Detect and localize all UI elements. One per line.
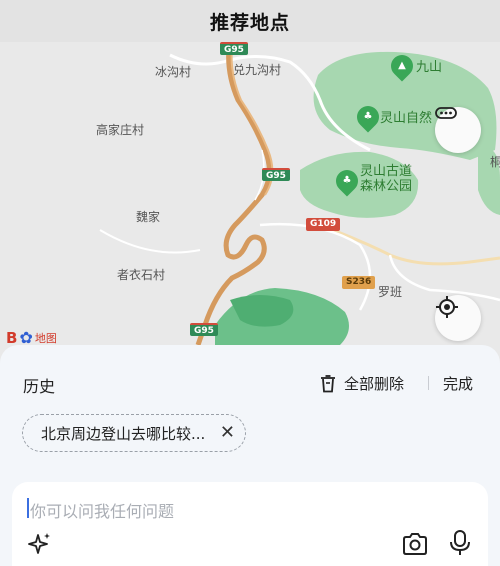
clear-all-button[interactable]: 全部删除 — [320, 373, 404, 394]
close-icon[interactable]: ✕ — [220, 424, 235, 442]
history-chip-text: 北京周边登山去哪比较... — [41, 424, 206, 443]
camera-icon[interactable] — [402, 532, 428, 556]
road-badge: S236 — [342, 276, 376, 289]
road-badge: G95 — [190, 323, 218, 336]
logo-text: 地图 — [34, 331, 57, 345]
place-label: 魏家 — [136, 210, 161, 224]
done-button[interactable]: 完成 — [443, 373, 473, 394]
input-placeholder: 你可以问我任何问题 — [30, 502, 175, 521]
place-label: 罗班 — [378, 285, 403, 299]
clear-all-label: 全部删除 — [344, 375, 405, 393]
top-bar: 推荐地点 — [0, 0, 500, 42]
sparkle-icon[interactable] — [28, 532, 52, 556]
place-label: 者衣石村 — [117, 268, 166, 282]
history-sheet: 历史 全部删除 完成 北京周边登山去哪比较... ✕ 你可以问我任何问题 — [0, 345, 500, 566]
place-label: 高家庄村 — [96, 123, 145, 137]
poi-label[interactable]: 灵山自然 — [380, 111, 432, 126]
poi-label[interactable]: 九山 — [416, 60, 442, 75]
more-dots-icon — [435, 107, 457, 119]
divider — [428, 376, 429, 390]
place-label: 冰沟村 — [155, 65, 192, 79]
road-badge: G109 — [306, 218, 341, 231]
page-title: 推荐地点 — [209, 11, 290, 34]
more-button[interactable] — [435, 107, 481, 153]
poi-label[interactable]: 灵山古道森林公园 — [360, 164, 420, 194]
trash-icon — [321, 374, 335, 392]
road-badge: G95 — [262, 168, 290, 181]
microphone-icon[interactable] — [448, 530, 472, 556]
history-title: 历史 — [23, 377, 56, 396]
place-label: 兑九沟村 — [233, 63, 282, 77]
place-label: 桐 — [490, 155, 500, 169]
road-badge: G95 — [220, 42, 248, 55]
locate-button[interactable] — [435, 295, 481, 341]
logo-mark: B — [6, 328, 18, 347]
locate-icon — [436, 296, 458, 318]
ask-input[interactable]: 你可以问我任何问题 — [12, 482, 488, 566]
history-chip[interactable]: 北京周边登山去哪比较... ✕ — [22, 414, 246, 452]
text-cursor — [27, 498, 29, 518]
